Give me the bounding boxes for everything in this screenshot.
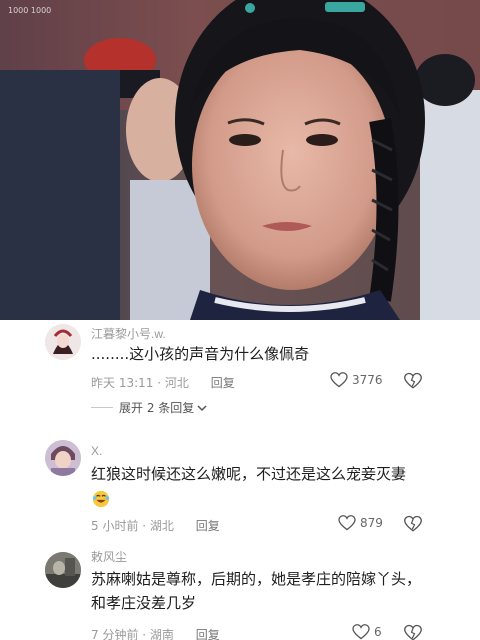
comment-text: 苏麻喇姑是尊称，后期的，她是孝庄的陪嫁丫头，和孝庄没差几岁 — [91, 570, 422, 612]
heart-icon — [352, 624, 370, 640]
drama-still-image — [0, 0, 480, 320]
comment-location: 河北 — [164, 376, 189, 390]
reply-button[interactable]: 回复 — [196, 628, 220, 640]
comment-meta: 5 小时前 · 湖北 回复 — [91, 517, 220, 534]
comment-time: 昨天 13:11 — [91, 376, 154, 390]
comment-location: 湖北 — [149, 519, 174, 533]
heart-icon — [338, 515, 356, 531]
like-button[interactable]: 3776 — [330, 372, 383, 388]
comment-username[interactable]: X. — [91, 444, 102, 458]
video-watermark: 1000 1000 — [8, 6, 52, 15]
avatar[interactable] — [45, 552, 81, 588]
like-count: 6 — [374, 625, 382, 639]
expand-replies-label: 展开 2 条回复 — [119, 401, 195, 415]
comment-list[interactable]: 江暮黎小号.w. ........这小孩的声音为什么像佩奇 昨天 13:11 ·… — [0, 320, 480, 640]
comment-text: 红狼这时候还这么嫩呢，不过还是这么宠妾灭妻 — [91, 465, 407, 483]
heart-icon — [330, 372, 348, 388]
laughing-tears-emoji-icon — [92, 490, 110, 508]
dot-separator: · — [157, 376, 165, 390]
comment-text: ........这小孩的声音为什么像佩奇 — [91, 345, 310, 363]
person-avatar-icon — [45, 440, 81, 476]
comment-username[interactable]: 敕风尘 — [91, 548, 127, 565]
comment-time: 7 分钟前 — [91, 628, 139, 640]
like-button[interactable]: 6 — [352, 624, 382, 640]
chevron-down-icon — [197, 404, 207, 411]
dot-separator: · — [142, 519, 150, 533]
like-count: 3776 — [352, 373, 383, 387]
divider-line — [91, 407, 113, 408]
like-count: 879 — [360, 516, 383, 530]
comment-location: 湖南 — [149, 628, 174, 640]
reply-button[interactable]: 回复 — [211, 376, 235, 390]
broken-heart-icon[interactable] — [404, 372, 422, 390]
dot-separator: · — [142, 628, 150, 640]
comment-meta: 7 分钟前 · 湖南 回复 — [91, 626, 220, 640]
anime-avatar-icon — [45, 324, 81, 360]
comment-time: 5 小时前 — [91, 519, 139, 533]
photo-avatar-icon — [45, 552, 81, 588]
reply-button[interactable]: 回复 — [196, 519, 220, 533]
broken-heart-icon[interactable] — [404, 515, 422, 533]
like-button[interactable]: 879 — [338, 515, 383, 531]
avatar[interactable] — [45, 440, 81, 476]
avatar[interactable] — [45, 324, 81, 360]
comment-meta: 昨天 13:11 · 河北 回复 — [91, 374, 235, 391]
expand-replies-button[interactable]: 展开 2 条回复 — [91, 399, 208, 416]
broken-heart-icon[interactable] — [404, 624, 422, 640]
video-frame[interactable]: 1000 1000 — [0, 0, 480, 320]
comment-username[interactable]: 江暮黎小号.w. — [91, 325, 166, 342]
